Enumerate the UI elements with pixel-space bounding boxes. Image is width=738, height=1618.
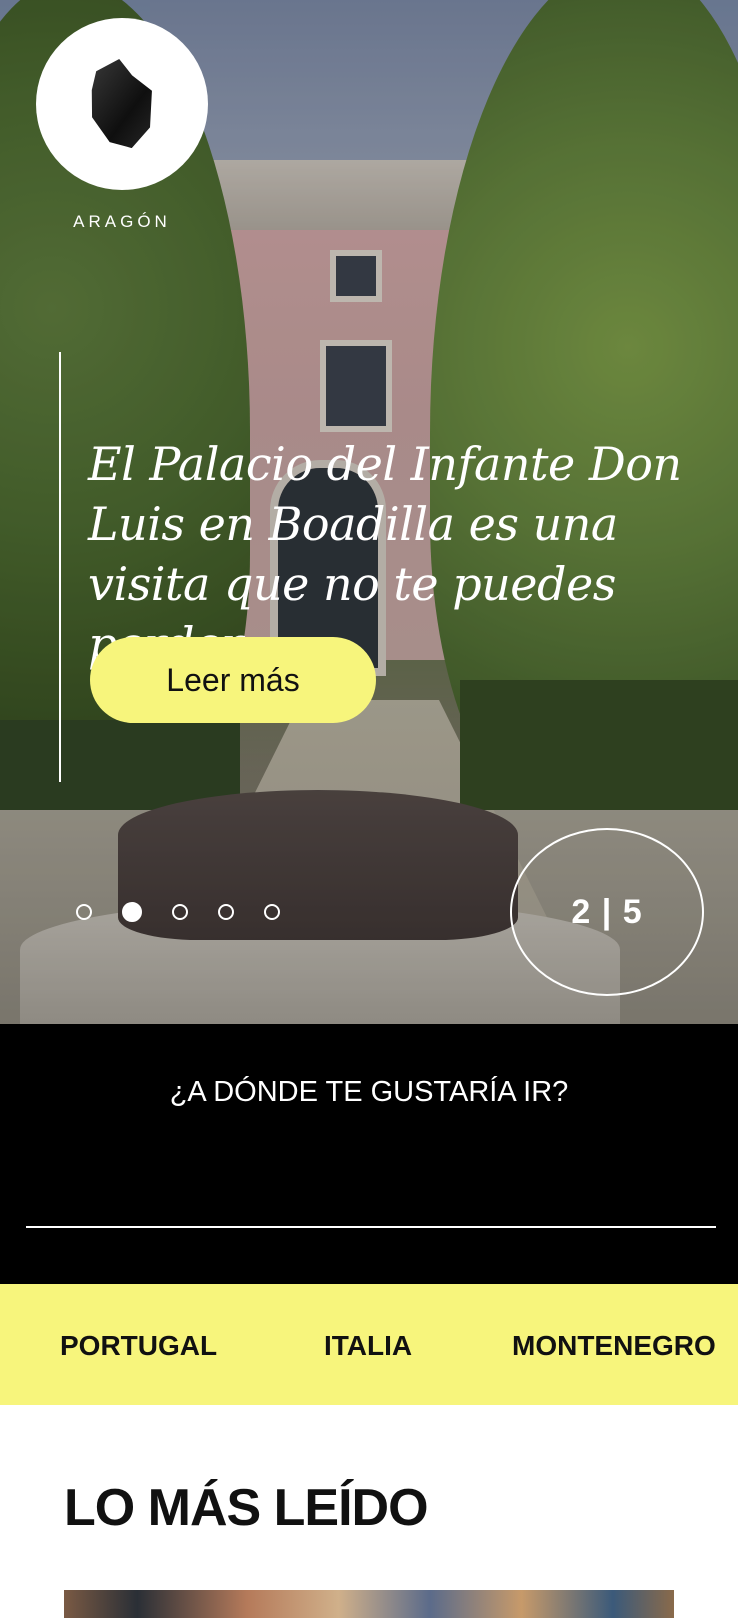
read-more-button[interactable]: Leer más bbox=[90, 637, 376, 723]
rock-icon bbox=[81, 55, 163, 154]
slide-counter: 2 | 5 bbox=[510, 828, 704, 996]
brand-label: ARAGÓN bbox=[73, 212, 171, 231]
carousel-dot-2[interactable] bbox=[122, 902, 142, 922]
most-read-title: LO MÁS LEÍDO bbox=[64, 1479, 429, 1537]
country-link-montenegro[interactable]: MONTENEGRO bbox=[512, 1330, 716, 1362]
search-question: ¿A DÓNDE TE GUSTARÍA IR? bbox=[169, 1076, 569, 1108]
search-input[interactable] bbox=[26, 1174, 716, 1228]
carousel-dot-4[interactable] bbox=[218, 904, 234, 920]
carousel-dot-5[interactable] bbox=[264, 904, 280, 920]
carousel-dots bbox=[76, 902, 280, 922]
country-bar: PORTUGAL ITALIA MONTENEGRO bbox=[0, 1284, 738, 1405]
brand-logo[interactable] bbox=[36, 18, 208, 190]
carousel-dot-1[interactable] bbox=[76, 904, 92, 920]
destination-search: ¿A DÓNDE TE GUSTARÍA IR? bbox=[0, 1024, 738, 1284]
country-link-portugal[interactable]: PORTUGAL bbox=[60, 1330, 217, 1362]
country-link-italia[interactable]: ITALIA bbox=[324, 1330, 412, 1362]
article-thumbnail[interactable] bbox=[64, 1590, 674, 1618]
carousel-dot-3[interactable] bbox=[172, 904, 188, 920]
divider-line bbox=[59, 352, 61, 782]
hero-carousel[interactable]: ARAGÓN El Palacio del Infante Don Luis e… bbox=[0, 0, 738, 1024]
